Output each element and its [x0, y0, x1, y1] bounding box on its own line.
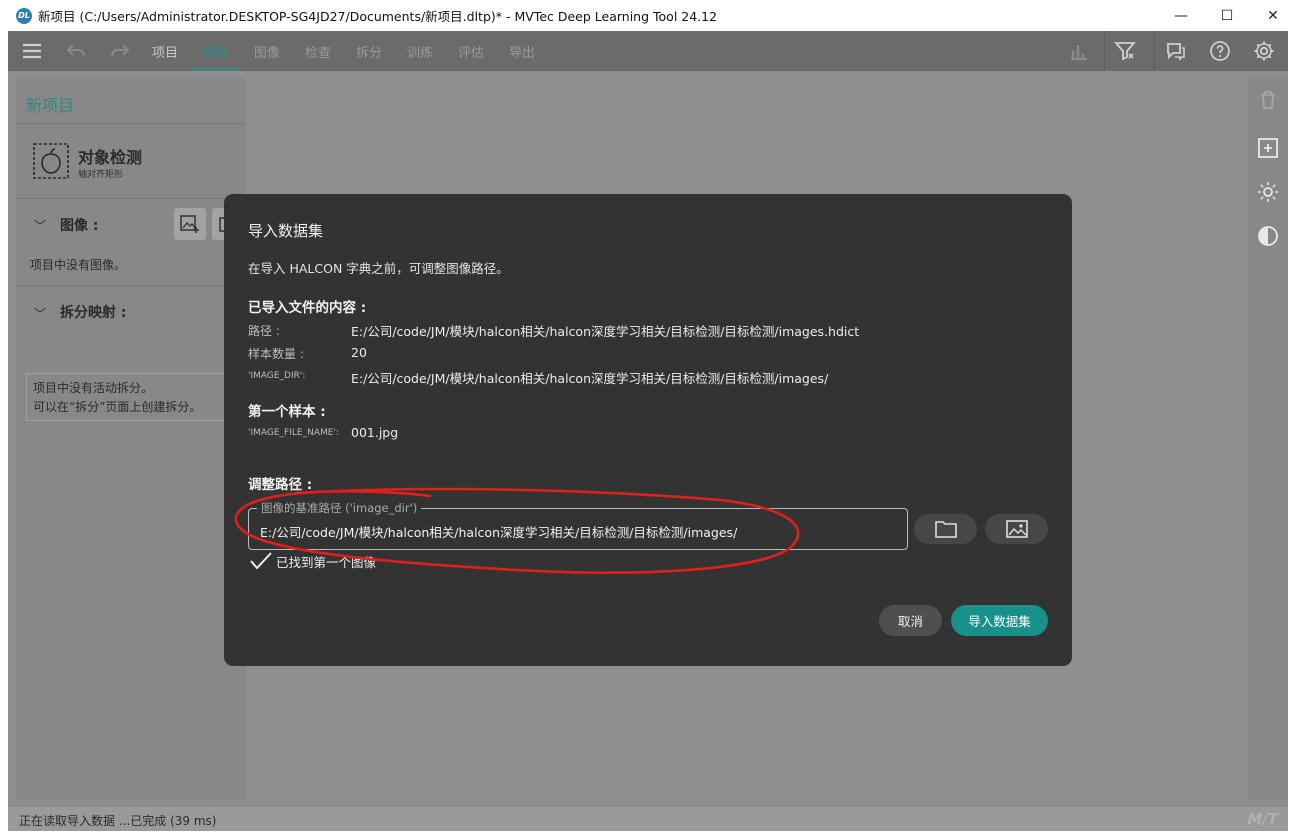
imported-content-header: 已导入文件的内容 :: [248, 300, 367, 316]
add-image-icon: [180, 215, 199, 233]
trash-icon[interactable]: [1256, 88, 1280, 112]
split-empty-text: 项目中没有活动拆分。: [33, 381, 154, 395]
first-image-found-row: 已找到第一个图像: [248, 551, 376, 571]
image-file-name-value: 001.jpg: [351, 425, 399, 440]
image-icon: [1005, 520, 1028, 538]
base-path-input[interactable]: 图像的基准路径 ('image_dir') E:/公司/code/JM/模块/h…: [248, 500, 908, 550]
cancel-button[interactable]: 取消: [879, 605, 942, 636]
tab-evaluate[interactable]: 评估: [458, 42, 484, 61]
folder-icon: [934, 521, 957, 538]
dialog-description: 在导入 HALCON 字典之前，可调整图像路径。: [248, 261, 509, 276]
main-toolbar: 项目 图库 图像 检查 拆分 训练 评估 导出: [8, 31, 1288, 71]
image-dir-label: 'IMAGE_DIR':: [248, 371, 306, 381]
object-detection-icon: [33, 143, 69, 179]
left-panel: 新项目 对象检测 轴对齐矩形 ﹀ 图像 : 项目中没有图像。 ﹀ 拆分映射 : …: [16, 78, 246, 800]
menu-icon[interactable]: [20, 39, 44, 63]
window-controls: — ☐ ✕: [1158, 0, 1296, 31]
checkmark-icon: [250, 552, 272, 570]
active-tab-indicator: [192, 68, 240, 70]
status-bar: 正在读取导入数据 ...已完成 (39 ms) M/T: [8, 807, 1288, 831]
image-dir-value: E:/公司/code/JM/模块/halcon相关/halcon深度学习相关/目…: [351, 371, 829, 386]
undo-icon[interactable]: [64, 39, 88, 63]
first-sample-header: 第一个样本 :: [248, 404, 326, 420]
redo-icon[interactable]: [108, 39, 132, 63]
path-value: E:/公司/code/JM/模块/halcon相关/halcon深度学习相关/目…: [351, 324, 860, 339]
statistics-icon[interactable]: [1068, 39, 1092, 63]
status-text: 正在读取导入数据 ...已完成 (39 ms): [19, 814, 217, 828]
images-section-header[interactable]: 图像 :: [60, 215, 98, 235]
import-dataset-button[interactable]: 导入数据集: [951, 605, 1048, 636]
window-titlebar: DL 新项目 (C:/Users/Administrator.DESKTOP-S…: [0, 0, 1296, 31]
split-hint-text: 可以在“拆分”页面上创建拆分。: [33, 400, 202, 414]
minimize-button[interactable]: —: [1158, 0, 1204, 31]
task-subtype: 轴对齐矩形: [78, 170, 124, 180]
images-empty-text: 项目中没有图像。: [30, 258, 127, 272]
close-button[interactable]: ✕: [1250, 0, 1296, 31]
add-box-icon[interactable]: [1256, 136, 1280, 160]
samples-value: 20: [351, 345, 367, 360]
dialog-title: 导入数据集: [248, 222, 324, 240]
mvtec-logo: M/T: [1247, 810, 1278, 828]
maximize-button[interactable]: ☐: [1204, 0, 1250, 31]
import-dataset-dialog: 导入数据集 在导入 HALCON 字典之前，可调整图像路径。 已导入文件的内容 …: [224, 194, 1072, 666]
tab-project[interactable]: 项目: [152, 42, 178, 61]
tab-train[interactable]: 训练: [407, 42, 433, 61]
tab-export[interactable]: 导出: [509, 42, 535, 61]
browse-image-button[interactable]: [985, 514, 1048, 544]
browse-folder-button[interactable]: [914, 514, 977, 544]
task-type: 对象检测: [78, 148, 143, 167]
settings-gear-icon[interactable]: [1252, 39, 1276, 63]
path-label: 路径 :: [248, 324, 280, 338]
chevron-down-icon[interactable]: ﹀: [34, 217, 46, 234]
tab-split[interactable]: 拆分: [356, 42, 382, 61]
toolbar-separator: [1104, 31, 1105, 71]
split-section-header[interactable]: 拆分映射 :: [60, 302, 126, 322]
base-path-legend: 图像的基准路径 ('image_dir'): [257, 500, 422, 516]
base-path-value[interactable]: E:/公司/code/JM/模块/halcon相关/halcon深度学习相关/目…: [260, 522, 737, 541]
window-title: 新项目 (C:/Users/Administrator.DESKTOP-SG4J…: [38, 9, 718, 24]
adjust-path-header: 调整路径 :: [248, 477, 313, 493]
help-icon[interactable]: [1208, 39, 1232, 63]
filter-icon[interactable]: [1113, 39, 1137, 63]
tab-inspect[interactable]: 检查: [305, 42, 331, 61]
split-info-box: 项目中没有活动拆分。 可以在“拆分”页面上创建拆分。: [26, 373, 240, 421]
add-images-button[interactable]: [174, 208, 206, 240]
tab-gallery[interactable]: 图库: [203, 42, 229, 61]
toolbar-separator: [1154, 31, 1155, 71]
right-panel: [1248, 78, 1288, 800]
divider: [16, 285, 246, 286]
feedback-icon[interactable]: [1164, 39, 1188, 63]
contrast-icon[interactable]: [1256, 224, 1280, 248]
project-name: 新项目: [26, 96, 75, 115]
brightness-icon[interactable]: [1256, 180, 1280, 204]
app-logo-icon: DL: [16, 7, 32, 24]
samples-label: 样本数量 :: [248, 347, 304, 361]
first-image-found-text: 已找到第一个图像: [276, 554, 377, 570]
divider: [16, 123, 246, 124]
tab-images[interactable]: 图像: [254, 42, 280, 61]
divider: [16, 198, 246, 199]
image-file-name-label: 'IMAGE_FILE_NAME':: [248, 428, 339, 438]
chevron-down-icon[interactable]: ﹀: [34, 305, 46, 322]
